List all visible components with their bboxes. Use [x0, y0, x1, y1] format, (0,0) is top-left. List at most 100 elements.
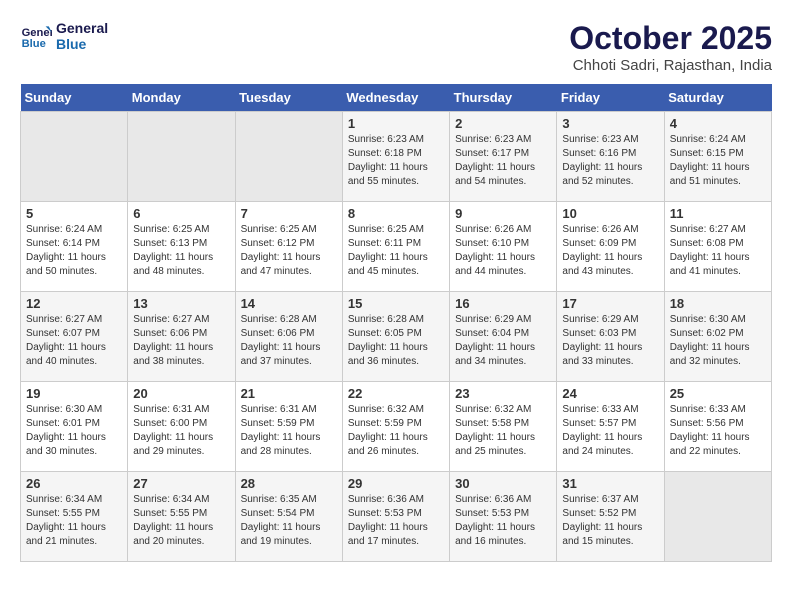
- calendar-cell: 13 Sunrise: 6:27 AM Sunset: 6:06 PM Dayli…: [128, 292, 235, 382]
- day-info: Sunrise: 6:23 AM Sunset: 6:17 PM Dayligh…: [455, 133, 551, 189]
- calendar-cell: 27Sunrise: 6:34 AM Sunset: 5:55 PM Dayli…: [128, 472, 235, 562]
- day-number: 28: [241, 476, 337, 491]
- calendar-cell: 4Sunrise: 6:24 AM Sunset: 6:15 PM Daylig…: [664, 112, 771, 202]
- day-info: Sunrise: 6:31 AM Sunset: 6:00 PM Dayligh…: [133, 403, 229, 459]
- day-number: 24: [562, 386, 658, 401]
- calendar-cell: 24 Sunrise: 6:33 AM Sunset: 5:57 PM Dayli…: [557, 382, 664, 472]
- calendar-table: SundayMondayTuesdayWednesdayThursdayFrid…: [20, 84, 772, 562]
- calendar-cell: 2Sunrise: 6:23 AM Sunset: 6:17 PM Daylig…: [450, 112, 557, 202]
- day-info: Sunrise: 6:29 AM Sunset: 6:03 PM Dayligh…: [562, 313, 658, 369]
- day-number: 18: [670, 296, 766, 311]
- day-info: Sunrise: 6:32 AM Sunset: 5:58 PM Dayligh…: [455, 403, 551, 459]
- day-info: Sunrise: 6:36 AM Sunset: 5:53 PM Dayligh…: [348, 493, 444, 549]
- calendar-cell: [128, 112, 235, 202]
- calendar-cell: 1 Sunrise: 6:23 AM Sunset: 6:18 PM Daylig…: [342, 112, 449, 202]
- day-info: Sunrise: 6:37 AM Sunset: 5:52 PM Dayligh…: [562, 493, 658, 549]
- calendar-cell: 21 Sunrise: 6:31 AM Sunset: 5:59 PM Dayli…: [235, 382, 342, 472]
- day-number: 14: [241, 296, 337, 311]
- day-number: 12: [26, 296, 122, 311]
- calendar-cell: 14 Sunrise: 6:28 AM Sunset: 6:06 PM Dayli…: [235, 292, 342, 382]
- logo-icon: General Blue: [20, 20, 52, 52]
- day-info: Sunrise: 6:34 AM Sunset: 5:55 PM Dayligh…: [26, 493, 122, 549]
- calendar-week-row: 1 Sunrise: 6:23 AM Sunset: 6:18 PM Daylig…: [21, 112, 772, 202]
- calendar-cell: 5 Sunrise: 6:24 AM Sunset: 6:14 PM Daylig…: [21, 202, 128, 292]
- day-info: Sunrise: 6:25 AM Sunset: 6:11 PM Dayligh…: [348, 223, 444, 279]
- day-number: 17: [562, 296, 658, 311]
- calendar-cell: 15 Sunrise: 6:28 AM Sunset: 6:05 PM Dayli…: [342, 292, 449, 382]
- day-number: 30: [455, 476, 551, 491]
- calendar-cell: 8Sunrise: 6:25 AM Sunset: 6:11 PM Daylig…: [342, 202, 449, 292]
- calendar-cell: 3 Sunrise: 6:23 AM Sunset: 6:16 PM Daylig…: [557, 112, 664, 202]
- day-number: 31: [562, 476, 658, 491]
- day-info: Sunrise: 6:33 AM Sunset: 5:57 PM Dayligh…: [562, 403, 658, 459]
- calendar-week-row: 19 Sunrise: 6:30 AM Sunset: 6:01 PM Dayli…: [21, 382, 772, 472]
- weekday-header: Monday: [128, 84, 235, 112]
- day-info: Sunrise: 6:26 AM Sunset: 6:09 PM Dayligh…: [562, 223, 658, 279]
- day-info: Sunrise: 6:26 AM Sunset: 6:10 PM Dayligh…: [455, 223, 551, 279]
- calendar-cell: 16Sunrise: 6:29 AM Sunset: 6:04 PM Dayli…: [450, 292, 557, 382]
- location: Chhoti Sadri, Rajasthan, India: [569, 57, 772, 74]
- calendar-cell: 19 Sunrise: 6:30 AM Sunset: 6:01 PM Dayli…: [21, 382, 128, 472]
- day-number: 23: [455, 386, 551, 401]
- day-number: 16: [455, 296, 551, 311]
- calendar-cell: 9 Sunrise: 6:26 AM Sunset: 6:10 PM Daylig…: [450, 202, 557, 292]
- svg-text:Blue: Blue: [22, 38, 46, 50]
- day-info: Sunrise: 6:34 AM Sunset: 5:55 PM Dayligh…: [133, 493, 229, 549]
- day-number: 13: [133, 296, 229, 311]
- calendar-cell: 10 Sunrise: 6:26 AM Sunset: 6:09 PM Dayli…: [557, 202, 664, 292]
- logo-line2: Blue: [56, 36, 108, 52]
- calendar-cell: 28 Sunrise: 6:35 AM Sunset: 5:54 PM Dayli…: [235, 472, 342, 562]
- day-number: 3: [562, 116, 658, 131]
- calendar-cell: 11 Sunrise: 6:27 AM Sunset: 6:08 PM Dayli…: [664, 202, 771, 292]
- day-info: Sunrise: 6:25 AM Sunset: 6:13 PM Dayligh…: [133, 223, 229, 279]
- calendar-cell: 25Sunrise: 6:33 AM Sunset: 5:56 PM Dayli…: [664, 382, 771, 472]
- day-number: 5: [26, 206, 122, 221]
- day-number: 11: [670, 206, 766, 221]
- calendar-cell: 17 Sunrise: 6:29 AM Sunset: 6:03 PM Dayli…: [557, 292, 664, 382]
- calendar-cell: 12 Sunrise: 6:27 AM Sunset: 6:07 PM Dayli…: [21, 292, 128, 382]
- day-number: 10: [562, 206, 658, 221]
- calendar-cell: 26 Sunrise: 6:34 AM Sunset: 5:55 PM Dayli…: [21, 472, 128, 562]
- day-number: 4: [670, 116, 766, 131]
- calendar-cell: 29 Sunrise: 6:36 AM Sunset: 5:53 PM Dayli…: [342, 472, 449, 562]
- day-number: 9: [455, 206, 551, 221]
- day-number: 19: [26, 386, 122, 401]
- weekday-header: Sunday: [21, 84, 128, 112]
- weekday-header: Tuesday: [235, 84, 342, 112]
- day-number: 15: [348, 296, 444, 311]
- calendar-cell: 30Sunrise: 6:36 AM Sunset: 5:53 PM Dayli…: [450, 472, 557, 562]
- day-number: 29: [348, 476, 444, 491]
- day-info: Sunrise: 6:27 AM Sunset: 6:08 PM Dayligh…: [670, 223, 766, 279]
- title-block: October 2025 Chhoti Sadri, Rajasthan, In…: [569, 20, 772, 74]
- day-info: Sunrise: 6:27 AM Sunset: 6:07 PM Dayligh…: [26, 313, 122, 369]
- day-info: Sunrise: 6:31 AM Sunset: 5:59 PM Dayligh…: [241, 403, 337, 459]
- day-info: Sunrise: 6:35 AM Sunset: 5:54 PM Dayligh…: [241, 493, 337, 549]
- page-header: General Blue General Blue October 2025 C…: [20, 20, 772, 74]
- day-number: 1: [348, 116, 444, 131]
- day-info: Sunrise: 6:23 AM Sunset: 6:18 PM Dayligh…: [348, 133, 444, 189]
- day-number: 7: [241, 206, 337, 221]
- calendar-cell: 20 Sunrise: 6:31 AM Sunset: 6:00 PM Dayli…: [128, 382, 235, 472]
- weekday-header: Saturday: [664, 84, 771, 112]
- day-info: Sunrise: 6:24 AM Sunset: 6:14 PM Dayligh…: [26, 223, 122, 279]
- day-info: Sunrise: 6:25 AM Sunset: 6:12 PM Dayligh…: [241, 223, 337, 279]
- day-number: 21: [241, 386, 337, 401]
- calendar-cell: [21, 112, 128, 202]
- calendar-cell: 23 Sunrise: 6:32 AM Sunset: 5:58 PM Dayli…: [450, 382, 557, 472]
- day-info: Sunrise: 6:23 AM Sunset: 6:16 PM Dayligh…: [562, 133, 658, 189]
- day-info: Sunrise: 6:30 AM Sunset: 6:01 PM Dayligh…: [26, 403, 122, 459]
- calendar-cell: 31 Sunrise: 6:37 AM Sunset: 5:52 PM Dayli…: [557, 472, 664, 562]
- day-info: Sunrise: 6:27 AM Sunset: 6:06 PM Dayligh…: [133, 313, 229, 369]
- day-number: 22: [348, 386, 444, 401]
- day-number: 26: [26, 476, 122, 491]
- calendar-cell: [235, 112, 342, 202]
- day-info: Sunrise: 6:28 AM Sunset: 6:05 PM Dayligh…: [348, 313, 444, 369]
- weekday-header: Thursday: [450, 84, 557, 112]
- day-info: Sunrise: 6:30 AM Sunset: 6:02 PM Dayligh…: [670, 313, 766, 369]
- calendar-week-row: 5 Sunrise: 6:24 AM Sunset: 6:14 PM Daylig…: [21, 202, 772, 292]
- calendar-cell: 7 Sunrise: 6:25 AM Sunset: 6:12 PM Daylig…: [235, 202, 342, 292]
- weekday-header: Friday: [557, 84, 664, 112]
- day-info: Sunrise: 6:28 AM Sunset: 6:06 PM Dayligh…: [241, 313, 337, 369]
- weekday-header: Wednesday: [342, 84, 449, 112]
- day-number: 20: [133, 386, 229, 401]
